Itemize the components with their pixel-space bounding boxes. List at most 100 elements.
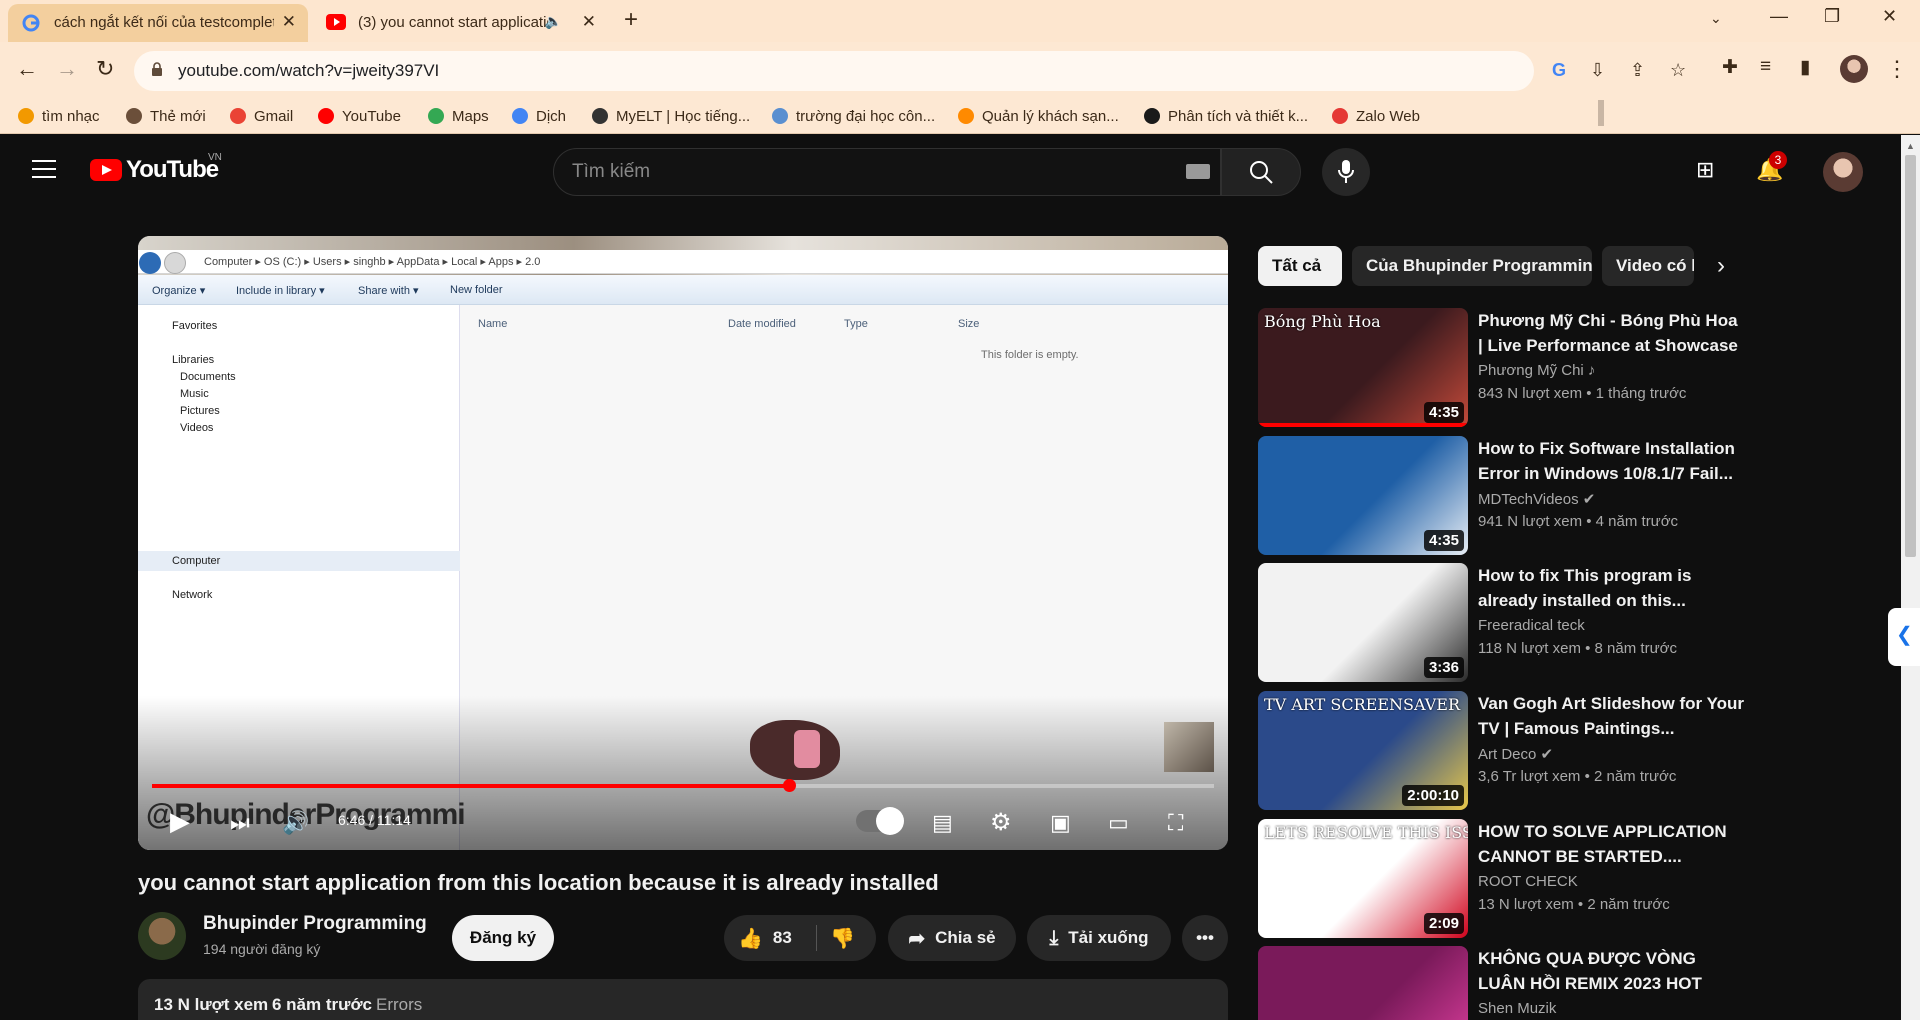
search-button[interactable] [1221, 148, 1301, 196]
recommendation-channel[interactable]: Art Deco ✔ [1478, 745, 1553, 763]
profile-avatar[interactable] [1840, 55, 1868, 83]
settings-gear-icon[interactable]: ⚙ [990, 808, 1012, 837]
explorer-nav-item: Network [172, 589, 213, 601]
youtube-logo-text[interactable]: YouTube [126, 156, 219, 184]
recommendation-channel[interactable]: MDTechVideos ✔ [1478, 490, 1595, 508]
chevron-right-icon[interactable]: › [1717, 252, 1725, 280]
recommendation-channel[interactable]: ROOT CHECK [1478, 873, 1578, 890]
video-player[interactable]: Computer ▸ OS (C:) ▸ Users ▸ singhb ▸ Ap… [138, 236, 1228, 850]
bookmark-item[interactable]: Quản lý khách sạn... [958, 106, 1119, 126]
recommendation-item[interactable]: TV ART SCREENSAVER 2:00:10 Van Gogh Art Sl… [1258, 691, 1748, 811]
side-panel-tab[interactable]: ❮ [1888, 608, 1920, 666]
reload-icon[interactable]: ↻ [96, 56, 114, 82]
bookmark-item[interactable]: Maps [428, 106, 489, 126]
bookmark-star-icon[interactable]: ☆ [1670, 60, 1686, 81]
recommendation-item[interactable]: 3:36 How to fix This program is already i… [1258, 563, 1748, 683]
search-input[interactable] [572, 160, 1112, 184]
omnibox[interactable]: youtube.com/watch?v=jweity397VI G ⇩ ⇪ ☆ [134, 51, 1686, 91]
subscribe-button[interactable]: Đăng ký [452, 915, 554, 961]
reading-list-icon[interactable]: ≡ [1760, 56, 1771, 78]
fullscreen-icon[interactable]: ⛶ [1168, 810, 1183, 836]
recommendation-thumbnail[interactable]: LETS RESOLVE THIS ISSUE 2:09 [1258, 819, 1468, 938]
restore-icon[interactable]: ❐ [1824, 6, 1840, 27]
scroll-up-icon[interactable]: ▲ [1906, 141, 1915, 151]
recommendation-item[interactable]: Bóng Phù Hoa 4:35 Phương Mỹ Chi - Bóng Phù… [1258, 308, 1748, 428]
bookmark-item[interactable]: YouTube [318, 106, 401, 126]
bookmark-icon [1144, 108, 1160, 124]
autoplay-toggle[interactable] [856, 807, 904, 835]
progress-bar[interactable] [152, 779, 1214, 792]
scrollbar-thumb[interactable] [1905, 155, 1916, 557]
google-lens-icon[interactable]: G [1552, 60, 1566, 81]
video-tag[interactable]: Errors [376, 995, 422, 1015]
menu-icon[interactable] [32, 160, 56, 178]
recommendation-thumbnail[interactable] [1258, 946, 1468, 1020]
keyboard-icon[interactable] [1186, 164, 1210, 179]
miniplayer-icon[interactable]: ▣ [1050, 810, 1071, 836]
recommendation-channel[interactable]: Freeradical teck [1478, 617, 1585, 634]
recommendation-title: How to fix This program is already insta… [1478, 566, 1692, 610]
chip-related[interactable]: Video có liên quan [1602, 246, 1694, 286]
chip-all[interactable]: Tất cả [1258, 246, 1342, 286]
side-panel-icon[interactable]: ▮ [1800, 56, 1810, 79]
bookmark-item[interactable]: Phân tích và thiết k... [1144, 106, 1308, 126]
more-actions-button[interactable]: ••• [1182, 915, 1228, 961]
channel-name[interactable]: Bhupinder Programming [203, 913, 427, 935]
theater-mode-icon[interactable]: ▭ [1108, 810, 1129, 836]
recommendation-thumbnail[interactable]: 3:36 [1258, 563, 1468, 682]
recommendation-thumbnail[interactable]: TV ART SCREENSAVER 2:00:10 [1258, 691, 1468, 810]
bookmark-item[interactable]: tìm nhạc [18, 106, 100, 126]
bookmark-item[interactable]: Zalo Web [1332, 106, 1420, 126]
like-button[interactable]: 👍 83 👎 [724, 915, 876, 961]
close-icon[interactable]: ✕ [582, 12, 596, 32]
recommendation-channel[interactable]: Phương Mỹ Chi ♪ [1478, 362, 1595, 379]
bookmark-item[interactable]: MyELT | Học tiếng... [592, 106, 750, 126]
voice-search-button[interactable] [1322, 148, 1370, 196]
recommendation-item[interactable]: 4:35 How to Fix Software Installation Err… [1258, 436, 1748, 556]
tab-search-icon[interactable]: ⌄ [1710, 10, 1722, 27]
install-app-icon[interactable]: ⇩ [1590, 60, 1605, 81]
tab-youtube-video[interactable]: (3) you cannot start application from th… [312, 4, 608, 42]
new-tab-icon[interactable]: + [624, 6, 638, 34]
forward-icon[interactable]: → [56, 56, 78, 82]
recommendation-thumbnail[interactable]: 4:35 [1258, 436, 1468, 555]
close-icon[interactable]: ✕ [282, 12, 296, 32]
volume-icon[interactable]: 🔊 [282, 810, 309, 836]
bookmark-item[interactable]: trường đại học côn... [772, 106, 935, 126]
explorer-column-header: Name [478, 318, 508, 330]
recommendation-channel[interactable]: Shen Muzik [1478, 1000, 1556, 1017]
play-icon[interactable]: ▶ [170, 806, 190, 837]
bookmark-item[interactable]: Gmail [230, 106, 293, 126]
speaker-icon[interactable]: 🔈 [545, 13, 562, 30]
menu-dots-icon[interactable]: ⋮ [1886, 56, 1908, 82]
bookmark-label: Quản lý khách sạn... [982, 107, 1119, 125]
bookmark-label: Dịch [536, 107, 567, 125]
minimize-icon[interactable]: — [1770, 6, 1788, 27]
chip-channel[interactable]: Của Bhupinder Programming [1352, 246, 1592, 286]
share-icon[interactable]: ⇪ [1630, 60, 1645, 81]
recommendation-item[interactable]: KHÔNG QUA ĐƯỢC VÒNG LUÂN HỒI REMIX 2023 … [1258, 946, 1748, 1020]
download-button[interactable]: ⤓ Tải xuống [1027, 915, 1171, 961]
thumbs-down-icon[interactable]: 👎 [830, 926, 855, 951]
page-scrollbar[interactable]: ▲ [1901, 135, 1920, 1020]
recommendation-thumbnail[interactable]: Bóng Phù Hoa 4:35 [1258, 308, 1468, 427]
microphone-icon [1338, 160, 1354, 183]
create-video-icon[interactable]: ⊞ [1696, 157, 1714, 183]
description-box[interactable]: 13 N lượt xem 6 năm trước Errors [138, 979, 1228, 1020]
close-window-icon[interactable]: ✕ [1882, 6, 1897, 27]
youtube-logo-icon[interactable] [90, 159, 122, 181]
recommendation-item[interactable]: LETS RESOLVE THIS ISSUE 2:09 HOW TO SOLVE … [1258, 819, 1748, 939]
channel-avatar[interactable] [138, 912, 186, 960]
subtitles-icon[interactable]: ▤ [932, 810, 953, 836]
back-icon[interactable]: ← [16, 56, 38, 82]
next-icon[interactable]: ⏭ [230, 810, 250, 836]
tab-google-search[interactable]: cách ngắt kết nối của testcomplete ✕ [8, 4, 308, 42]
bookmark-item[interactable]: Thẻ mới [126, 106, 206, 126]
search-box[interactable] [553, 148, 1221, 196]
account-avatar[interactable] [1823, 152, 1863, 192]
bookmark-item[interactable]: Dịch [512, 106, 566, 126]
explorer-toolbar-item: New folder [450, 284, 503, 296]
share-button[interactable]: ➦ Chia sẻ [888, 915, 1016, 961]
extensions-icon[interactable]: ✚ [1722, 56, 1738, 79]
region-code: VN [208, 152, 222, 163]
